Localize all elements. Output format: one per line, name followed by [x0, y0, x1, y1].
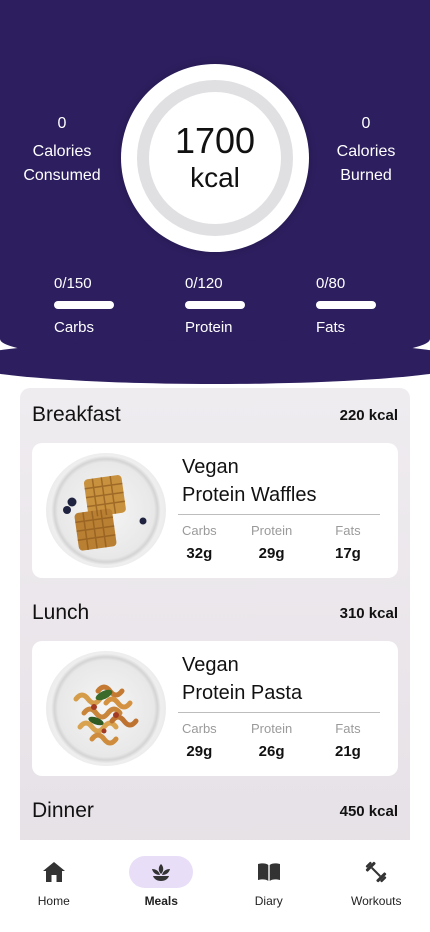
protein-progress-bar [185, 301, 245, 309]
carbs-progress-label: Carbs [54, 319, 95, 336]
meal-name: Lunch [32, 601, 90, 624]
food-macro-value: 21g [335, 743, 361, 760]
food-divider [178, 712, 380, 713]
nav-item-home[interactable]: Home [0, 840, 108, 932]
pasta-image [46, 651, 166, 766]
nav-label-workouts: Workouts [351, 894, 402, 908]
fats-progress-bar [316, 301, 376, 309]
meal-kcal: 220 kcal [339, 406, 398, 424]
food-title: Vegan Protein Pasta [182, 651, 302, 707]
food-card-vegan-protein-pasta[interactable]: Vegan Protein Pasta Carbs 29g Protein 26… [32, 641, 398, 776]
nav-item-workouts[interactable]: Workouts [323, 840, 430, 932]
food-title-line-2: Protein Pasta [182, 682, 303, 704]
calorie-goal-value: 1700 [174, 120, 256, 161]
food-divider [178, 514, 380, 515]
meal-kcal: 450 kcal [339, 802, 398, 820]
food-macro-label: Fats [335, 721, 361, 736]
food-macro-value: 32g [186, 545, 213, 562]
food-macro-value: 17g [335, 545, 361, 562]
calorie-goal-ring-track: 1700 kcal [137, 80, 293, 236]
home-icon [22, 856, 86, 888]
food-macro-fats: Fats 17g [335, 523, 361, 563]
food-title-line-2: Protein Waffles [182, 484, 317, 506]
meals-list[interactable]: Breakfast 220 kcal Vegan Protein Waffles… [20, 388, 410, 858]
meal-header-breakfast: Breakfast 220 kcal [32, 403, 398, 427]
food-macro-carbs: Carbs 32g [182, 523, 217, 563]
protein-progress-value: 0/120 [185, 275, 223, 292]
food-card-vegan-protein-waffles[interactable]: Vegan Protein Waffles Carbs 32g Protein … [32, 443, 398, 578]
calories-burned-label-1: Calories [336, 143, 396, 160]
meals-icon [129, 856, 194, 888]
calories-consumed-stat: 0 Calories Consumed [7, 112, 117, 188]
food-macro-protein: Protein 26g [251, 721, 292, 761]
calories-burned-value: 0 [361, 115, 371, 132]
fats-progress: 0/80 Fats [316, 275, 396, 337]
calorie-goal-unit: kcal [190, 162, 240, 193]
meal-header-lunch: Lunch 310 kcal [32, 601, 398, 625]
food-macro-value: 29g [186, 743, 213, 760]
dumbbell-icon [344, 856, 408, 888]
book-icon [237, 856, 301, 888]
food-title: Vegan Protein Waffles [182, 453, 317, 509]
food-title-line-1: Vegan [182, 456, 239, 478]
meal-kcal: 310 kcal [339, 604, 398, 622]
food-macro-value: 26g [258, 743, 285, 760]
food-macro-fats: Fats 21g [335, 721, 361, 761]
fats-progress-label: Fats [316, 319, 346, 336]
calories-consumed-label-1: Calories [32, 143, 92, 160]
waffles-image [46, 453, 166, 568]
fats-progress-value: 0/80 [316, 275, 346, 292]
food-macro-label: Protein [251, 523, 293, 538]
food-macro-label: Protein [251, 721, 293, 736]
meal-header-dinner: Dinner 450 kcal [32, 799, 398, 823]
carbs-progress: 0/150 Carbs [54, 275, 134, 337]
food-macro-label: Fats [335, 523, 361, 538]
calories-burned-stat: 0 Calories Burned [311, 112, 421, 188]
food-macro-carbs: Carbs 29g [182, 721, 217, 761]
calorie-goal-ring: 1700 kcal [121, 64, 309, 252]
calories-burned-label-2: Burned [340, 167, 392, 184]
food-macro-protein: Protein 29g [251, 523, 292, 563]
nav-label-diary: Diary [254, 894, 283, 908]
nav-item-meals[interactable]: Meals [108, 840, 216, 932]
nav-item-diary[interactable]: Diary [215, 840, 323, 932]
bottom-navigation: Home Meals Diary Workouts [0, 840, 430, 932]
meal-name: Breakfast [32, 403, 121, 426]
meal-name: Dinner [32, 799, 94, 822]
carbs-progress-bar [54, 301, 114, 309]
food-macro-value: 29g [258, 545, 285, 562]
protein-progress-label: Protein [185, 319, 233, 336]
food-macro-label: Carbs [182, 523, 217, 538]
food-title-line-1: Vegan [182, 654, 239, 676]
nav-label-meals: Meals [144, 894, 178, 908]
calories-consumed-label-2: Consumed [23, 167, 101, 184]
meals-screen: 0 Calories Consumed 1700 kcal 0 Calories… [0, 0, 430, 932]
carbs-progress-value: 0/150 [54, 275, 92, 292]
food-macro-label: Carbs [182, 721, 217, 736]
nav-label-home: Home [37, 894, 70, 908]
protein-progress: 0/120 Protein [185, 275, 265, 337]
calories-consumed-value: 0 [57, 115, 67, 132]
